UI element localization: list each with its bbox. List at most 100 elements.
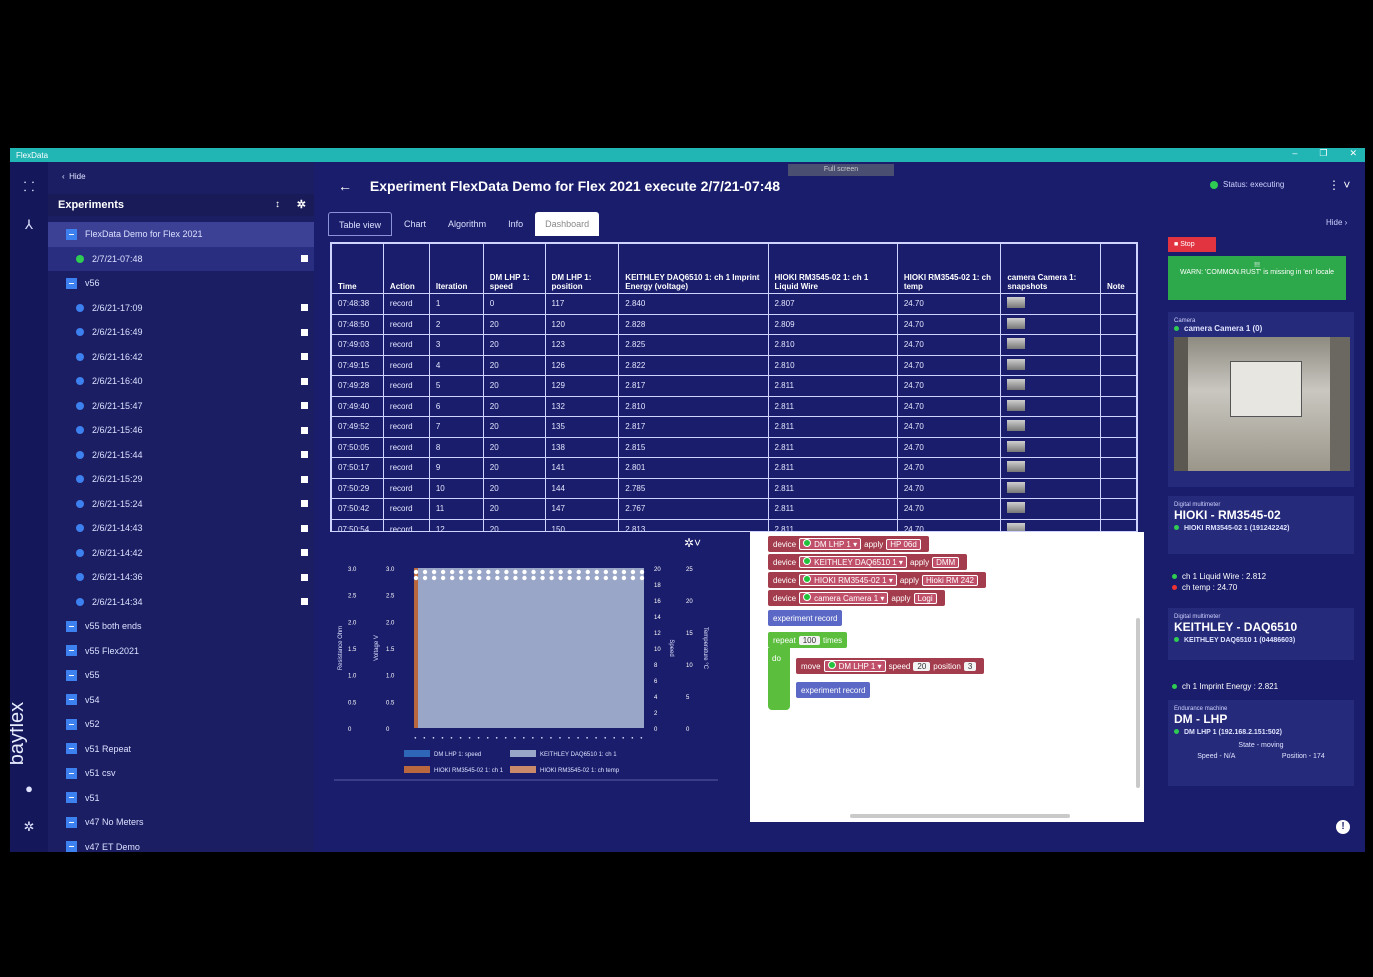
note-cell[interactable]	[1099, 457, 1137, 479]
snapshot-thumbnail[interactable]	[1007, 317, 1026, 329]
experiment-tree-item[interactable]: 2/6/21-15:46	[48, 418, 314, 443]
snapshot-thumbnail[interactable]	[1007, 522, 1026, 531]
apply-selector[interactable]: HP 06d	[886, 538, 921, 550]
device-selector[interactable]: camera Camera 1 ▾	[799, 592, 889, 604]
move-device-selector[interactable]: DM LHP 1 ▾	[823, 660, 886, 672]
more-menu-icon[interactable]: ⋮ ˅	[1328, 178, 1350, 192]
table-row[interactable]: 07:50:42 record 11 20 147 2.767 2.811 24.70	[331, 498, 1137, 520]
minimize-button[interactable]: –	[1292, 148, 1297, 159]
column-header[interactable]: Iteration	[428, 243, 484, 294]
experiments-icon[interactable]: ⸬	[20, 178, 38, 196]
experiment-tree-item[interactable]: v51 Repeat	[48, 737, 314, 762]
table-row[interactable]: 07:49:15 record 4 20 126 2.822 2.810 24.70	[331, 354, 1137, 376]
tab-algorithm[interactable]: Algorithm	[438, 212, 496, 236]
select-checkbox[interactable]	[301, 328, 308, 336]
horizontal-scrollbar[interactable]	[850, 814, 1070, 818]
vertical-scrollbar[interactable]	[1136, 618, 1140, 788]
snapshot-thumbnail[interactable]	[1007, 399, 1026, 411]
column-header[interactable]: Action	[382, 243, 430, 294]
experiment-tree-item[interactable]: 2/6/21-14:36	[48, 565, 314, 590]
experiment-tree-item[interactable]: v51 csv	[48, 761, 314, 786]
experiment-tree-item[interactable]: v47 ET Demo	[48, 835, 314, 852]
select-checkbox[interactable]	[301, 304, 308, 312]
repeat-count-input[interactable]: 100	[798, 635, 821, 645]
select-checkbox[interactable]	[301, 426, 308, 434]
device-block[interactable]: device camera Camera 1 ▾ apply Logi	[768, 590, 945, 606]
select-checkbox[interactable]	[301, 475, 308, 483]
snapshot-thumbnail[interactable]	[1007, 502, 1026, 514]
experiment-tree-item[interactable]: 2/6/21-14:42	[48, 541, 314, 566]
column-header[interactable]: Note	[1099, 243, 1137, 294]
note-cell[interactable]	[1099, 375, 1137, 397]
info-icon[interactable]: !	[1336, 820, 1350, 834]
table-row[interactable]: 07:49:03 record 3 20 123 2.825 2.810 24.70	[331, 334, 1137, 356]
back-arrow-icon[interactable]: ←	[338, 178, 352, 194]
note-cell[interactable]	[1099, 293, 1137, 315]
snapshot-thumbnail[interactable]	[1007, 297, 1026, 309]
select-checkbox[interactable]	[301, 549, 308, 557]
note-cell[interactable]	[1099, 518, 1137, 531]
device-selector[interactable]: DM LHP 1 ▾	[799, 538, 862, 550]
tab-dashboard[interactable]: Dashboard	[535, 212, 600, 236]
experiment-tree-item[interactable]: v55 Flex2021	[48, 639, 314, 664]
tab-info[interactable]: Info	[498, 212, 533, 236]
device-block[interactable]: device DM LHP 1 ▾ apply HP 06d	[768, 536, 929, 552]
table-row[interactable]: 07:50:05 record 8 20 138 2.815 2.811 24.70	[331, 436, 1137, 458]
snapshot-thumbnail[interactable]	[1007, 420, 1026, 432]
stop-button[interactable]: ■ Stop	[1168, 237, 1216, 252]
select-checkbox[interactable]	[301, 524, 308, 532]
experiment-tree-item[interactable]: v52	[48, 712, 314, 737]
note-cell[interactable]	[1099, 477, 1137, 499]
experiment-tree-item[interactable]: 2/6/21-15:44	[48, 443, 314, 468]
select-checkbox[interactable]	[301, 402, 308, 410]
chart-settings-icon[interactable]: ✲˅	[684, 536, 701, 550]
snapshot-thumbnail[interactable]	[1007, 481, 1026, 493]
column-header[interactable]: DM LHP 1: position	[544, 243, 620, 294]
device-block[interactable]: device HIOKI RM3545-02 1 ▾ apply Hioki RM 2…	[768, 572, 986, 588]
column-header[interactable]: DM LHP 1: speed	[482, 243, 546, 294]
apply-selector[interactable]: Hioki RM 242	[921, 574, 978, 586]
experiment-tree-item[interactable]: 2/7/21-07:48	[48, 246, 314, 271]
device-block[interactable]: device KEITHLEY DAQ6510 1 ▾ apply DMM	[768, 554, 968, 570]
close-button[interactable]: ✕	[1349, 148, 1357, 159]
inner-record-block[interactable]: experiment record	[796, 682, 871, 698]
sort-icon[interactable]: ↕	[275, 194, 280, 216]
table-row[interactable]: 07:50:29 record 10 20 144 2.785 2.811 24.70	[331, 477, 1137, 499]
experiment-tree-item[interactable]: 2/6/21-15:24	[48, 492, 314, 517]
note-cell[interactable]	[1099, 354, 1137, 376]
account-icon[interactable]: ●	[20, 780, 38, 798]
select-checkbox[interactable]	[301, 573, 308, 581]
apply-selector[interactable]: DMM	[932, 556, 960, 568]
table-row[interactable]: 07:49:52 record 7 20 135 2.817 2.811 24.70	[331, 416, 1137, 438]
table-row[interactable]: 07:49:40 record 6 20 132 2.810 2.811 24.70	[331, 395, 1137, 417]
snapshot-thumbnail[interactable]	[1007, 338, 1026, 350]
select-checkbox[interactable]	[301, 451, 308, 459]
column-header[interactable]: HIOKI RM3545-02 1: ch 1 Liquid Wire	[767, 243, 898, 294]
move-block[interactable]: move DM LHP 1 ▾ speed 20 position 3	[796, 658, 985, 674]
tab-table-view[interactable]: Table view	[328, 212, 393, 236]
select-checkbox[interactable]	[301, 255, 308, 263]
sidebar-hide-button[interactable]: ‹ Hide	[62, 172, 86, 181]
table-row[interactable]: 07:50:54 record 12 20 150 2.813 2.811 24.70	[331, 518, 1137, 531]
note-cell[interactable]	[1099, 334, 1137, 356]
experiment-tree-item[interactable]: FlexData Demo for Flex 2021	[48, 222, 314, 247]
maximize-button[interactable]: ❐	[1319, 148, 1327, 159]
experiment-tree-item[interactable]: 2/6/21-15:29	[48, 467, 314, 492]
column-header[interactable]: Time	[331, 243, 384, 294]
experiment-tree-item[interactable]: v51	[48, 786, 314, 811]
snapshot-thumbnail[interactable]	[1007, 461, 1026, 473]
snapshot-thumbnail[interactable]	[1007, 440, 1026, 452]
column-header[interactable]: KEITHLEY DAQ6510 1: ch 1 Imprint Energy …	[618, 243, 769, 294]
table-row[interactable]: 07:48:50 record 2 20 120 2.828 2.809 24.70	[331, 313, 1137, 335]
experiment-tree-item[interactable]: v56	[48, 271, 314, 296]
record-block[interactable]: experiment record	[768, 610, 843, 626]
experiment-tree-item[interactable]: v55 both ends	[48, 614, 314, 639]
snapshot-thumbnail[interactable]	[1007, 358, 1026, 370]
select-checkbox[interactable]	[301, 353, 308, 361]
devices-icon[interactable]: ⅄	[20, 216, 38, 234]
experiments-settings-icon[interactable]: ✲	[297, 194, 306, 216]
experiment-tree-item[interactable]: 2/6/21-14:43	[48, 516, 314, 541]
algorithm-blocks-panel[interactable]: device DM LHP 1 ▾ apply HP 06d device KEITHLE…	[750, 532, 1144, 822]
experiment-tree-item[interactable]: v47 No Meters	[48, 810, 314, 835]
table-row[interactable]: 07:50:17 record 9 20 141 2.801 2.811 24.70	[331, 457, 1137, 479]
